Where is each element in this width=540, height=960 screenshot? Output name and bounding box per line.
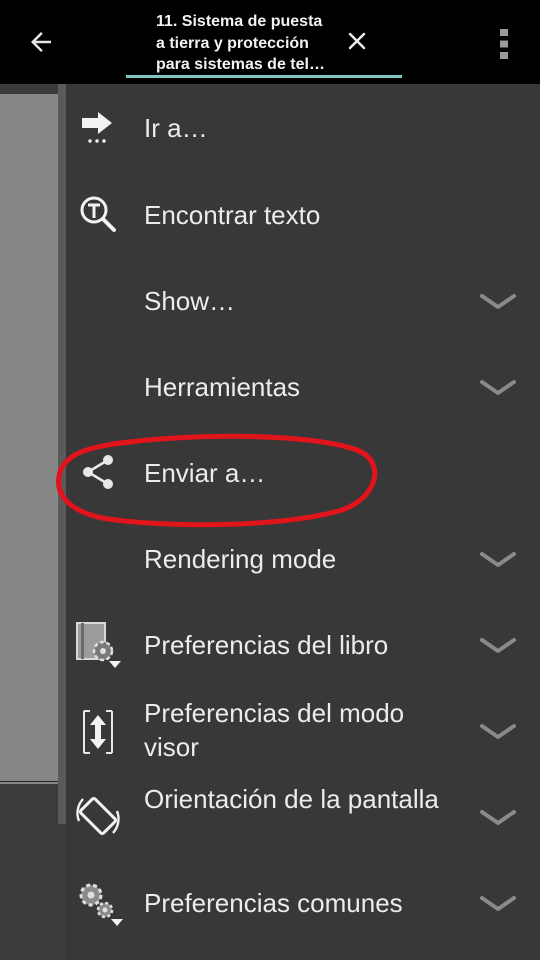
document-page bbox=[0, 94, 58, 784]
menu-item-common-preferences[interactable]: Preferencias comunes bbox=[66, 860, 540, 946]
tab-close-button[interactable] bbox=[342, 26, 372, 56]
context-menu: Ir a… Encontrar texto Show… Herramientas bbox=[66, 84, 540, 960]
back-button[interactable] bbox=[18, 22, 64, 62]
tab-active-indicator bbox=[126, 75, 402, 78]
menu-item-label: Encontrar texto bbox=[144, 200, 321, 230]
screen-rotation-icon bbox=[72, 790, 124, 842]
viewer-mode-icon bbox=[72, 706, 124, 758]
chevron-down-icon bbox=[480, 724, 516, 739]
menu-item-book-preferences[interactable]: Preferencias del libro bbox=[66, 602, 540, 688]
menu-item-label: Preferencias del modo visor bbox=[144, 698, 405, 762]
arrow-left-icon bbox=[31, 32, 51, 52]
menu-item-label: Preferencias del libro bbox=[144, 630, 389, 660]
chevron-down-icon bbox=[480, 896, 516, 911]
close-icon bbox=[348, 32, 366, 50]
more-vertical-icon bbox=[500, 29, 508, 59]
menu-item-send-to[interactable]: Enviar a… bbox=[66, 430, 540, 516]
book-settings-icon bbox=[72, 618, 124, 670]
chevron-down-icon bbox=[480, 294, 516, 309]
chevron-down-icon bbox=[480, 810, 516, 825]
chevron-down-icon bbox=[480, 552, 516, 567]
find-text-icon bbox=[72, 188, 124, 240]
document-view[interactable] bbox=[0, 84, 68, 960]
share-icon bbox=[72, 446, 124, 498]
tab-title: 11. Sistema de puesta a tierra y protecc… bbox=[156, 13, 325, 73]
document-tab[interactable]: 11. Sistema de puesta a tierra y protecc… bbox=[126, 0, 402, 78]
menu-item-viewer-mode-preferences[interactable]: Preferencias del modo visor bbox=[66, 688, 540, 774]
menu-item-label: Enviar a… bbox=[144, 458, 266, 488]
chevron-down-icon bbox=[480, 638, 516, 653]
menu-item-show[interactable]: Show… bbox=[66, 258, 540, 344]
menu-item-label: Ir a… bbox=[144, 113, 208, 143]
more-options-button[interactable] bbox=[482, 22, 526, 66]
menu-item-label: Show… bbox=[144, 286, 236, 316]
menu-item-rendering-mode[interactable]: Rendering mode bbox=[66, 516, 540, 602]
menu-item-find-text[interactable]: Encontrar texto bbox=[66, 172, 540, 258]
menu-item-go-to[interactable]: Ir a… bbox=[66, 84, 540, 172]
menu-item-tools[interactable]: Herramientas bbox=[66, 344, 540, 430]
page-divider bbox=[0, 781, 58, 782]
goto-arrow-icon bbox=[72, 102, 124, 154]
top-bar: 11. Sistema de puesta a tierra y protecc… bbox=[0, 0, 540, 84]
menu-item-label: Preferencias comunes bbox=[144, 888, 403, 918]
chevron-down-icon bbox=[480, 380, 516, 395]
menu-item-label: Orientación de la pantalla bbox=[144, 784, 439, 814]
menu-item-label: Rendering mode bbox=[144, 544, 337, 574]
menu-item-screen-orientation[interactable]: Orientación de la pantalla bbox=[66, 774, 540, 860]
scrollbar[interactable] bbox=[58, 84, 66, 824]
common-settings-icon bbox=[72, 876, 124, 928]
menu-item-label: Herramientas bbox=[144, 372, 301, 402]
